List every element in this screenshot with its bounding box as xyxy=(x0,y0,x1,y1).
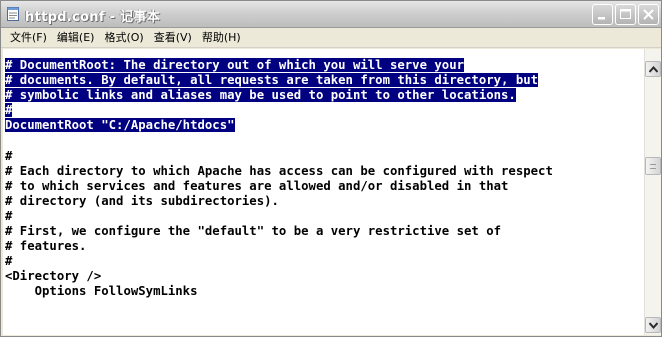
menu-edit[interactable]: 编辑(E) xyxy=(52,29,100,47)
window-controls xyxy=(592,4,659,25)
minimize-button[interactable] xyxy=(592,4,613,25)
arrow-up-icon xyxy=(649,66,658,73)
code-line: # xyxy=(5,209,553,224)
code-line: # directory (and its subdirectories). xyxy=(5,194,553,209)
code-line: # xyxy=(5,149,553,164)
maximize-icon xyxy=(620,9,631,19)
line-text: # xyxy=(5,254,13,269)
editor-text: # DocumentRoot: The directory out of whi… xyxy=(5,58,553,300)
line-text: # symbolic links and aliases may be used… xyxy=(5,88,516,103)
menu-view[interactable]: 查看(V) xyxy=(149,29,197,47)
text-editor[interactable]: # DocumentRoot: The directory out of whi… xyxy=(3,49,644,335)
vertical-scrollbar[interactable] xyxy=(644,49,661,335)
line-text: # directory (and its subdirectories). xyxy=(5,193,279,208)
code-line: # xyxy=(5,103,553,118)
window-title: httpd.conf - 记事本 xyxy=(25,10,161,25)
line-text: Options FollowSymLinks xyxy=(5,284,198,299)
line-text: # to which services and features are all… xyxy=(5,178,509,193)
close-button[interactable] xyxy=(638,4,659,25)
scroll-thumb[interactable] xyxy=(645,157,661,175)
line-text: # documents. By default, all requests ar… xyxy=(5,73,539,88)
code-line: # xyxy=(5,254,553,269)
line-text: # xyxy=(5,103,13,118)
notepad-icon xyxy=(7,7,19,21)
code-line: # documents. By default, all requests ar… xyxy=(5,73,553,88)
code-line: # features. xyxy=(5,239,553,254)
code-line: # Each directory to which Apache has acc… xyxy=(5,164,553,179)
minimize-icon xyxy=(598,17,605,20)
code-line: # to which services and features are all… xyxy=(5,179,553,194)
title-bar[interactable]: httpd.conf - 记事本 xyxy=(1,1,661,28)
line-text: DocumentRoot "C:/Apache/htdocs" xyxy=(5,118,235,133)
menu-format[interactable]: 格式(O) xyxy=(99,29,148,47)
arrow-down-icon xyxy=(649,322,658,329)
menu-help[interactable]: 帮助(H) xyxy=(197,29,246,47)
menu-bar: 文件(F) 编辑(E) 格式(O) 查看(V) 帮助(H) xyxy=(1,28,661,48)
line-text: # xyxy=(5,208,13,223)
line-text: # xyxy=(5,148,13,163)
code-line: Options FollowSymLinks xyxy=(5,284,553,299)
code-line: # First, we configure the "default" to b… xyxy=(5,224,553,239)
code-line: # DocumentRoot: The directory out of whi… xyxy=(5,58,553,73)
maximize-button[interactable] xyxy=(615,4,636,25)
close-icon xyxy=(643,9,654,20)
code-line: DocumentRoot "C:/Apache/htdocs" xyxy=(5,118,553,133)
line-text: # First, we configure the "default" to b… xyxy=(5,224,502,239)
scroll-up-button[interactable] xyxy=(645,61,661,77)
code-line: # symbolic links and aliases may be used… xyxy=(5,88,553,103)
line-text: # features. xyxy=(5,239,87,254)
code-line: <Directory /> xyxy=(5,269,553,284)
line-text: # DocumentRoot: The directory out of whi… xyxy=(5,58,465,72)
scroll-down-button[interactable] xyxy=(645,317,661,333)
notepad-window: httpd.conf - 记事本 文件(F) 编辑(E) 格式(O) 查看(V)… xyxy=(0,0,662,337)
line-text: # Each directory to which Apache has acc… xyxy=(5,163,553,178)
menu-file[interactable]: 文件(F) xyxy=(5,29,52,47)
line-text: <Directory /> xyxy=(5,269,102,284)
